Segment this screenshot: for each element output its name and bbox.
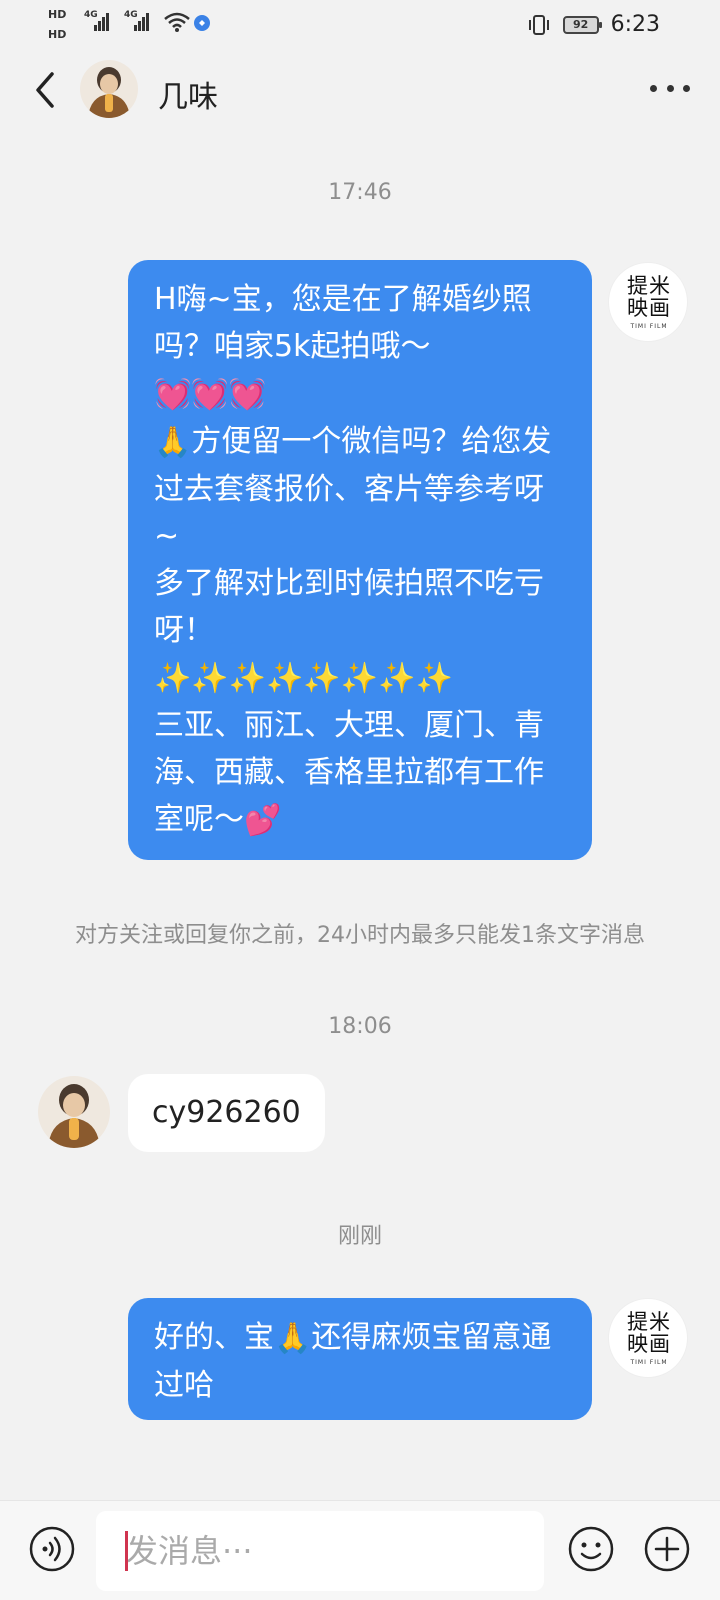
signal-icon-1 <box>94 12 110 44</box>
message-input-bar <box>0 1500 720 1600</box>
status-time: 6:23 <box>610 12 660 37</box>
incoming-message-bubble[interactable]: cy926260 <box>128 1074 325 1152</box>
timestamp: 刚刚 <box>337 1224 382 1249</box>
message-text: 方便留一个微信吗？给您发过去套餐报价、客片等参考呀~ <box>154 424 552 554</box>
logo-subtitle: TIMI FILM <box>630 1359 668 1366</box>
sparkles-emoji: ✨✨✨✨✨✨✨✨ <box>154 661 453 696</box>
logo-subtitle: TIMI FILM <box>630 323 668 330</box>
contact-name: 几味 <box>158 80 218 115</box>
logo-text-line2: 映画 <box>627 1332 671 1356</box>
voice-input-icon[interactable] <box>28 1525 76 1573</box>
timestamp: 17:46 <box>328 180 392 205</box>
text-cursor <box>125 1531 128 1571</box>
status-right: 92 6:23 <box>527 12 660 37</box>
app-notification-icon <box>194 15 210 31</box>
network-indicators: HD HD 4G 4G <box>48 8 238 44</box>
sender-logo-avatar[interactable]: 提米 映画 TIMI FILM <box>608 1298 688 1378</box>
outgoing-message-bubble[interactable]: H嗨~宝，您是在了解婚纱照吗？咱家5k起拍哦～ 💓💓💓 🙏方便留一个微信吗？给您… <box>128 260 592 860</box>
face-emoji: 🙏 <box>154 425 192 460</box>
message-text: H嗨~宝，您是在了解婚纱照吗？咱家5k起拍哦～ <box>154 282 532 364</box>
wifi-icon <box>164 12 190 32</box>
add-attachment-icon[interactable] <box>643 1525 691 1573</box>
face-emoji: 🙏 <box>274 1321 312 1356</box>
message-input[interactable] <box>96 1511 544 1591</box>
vibrate-icon <box>528 14 549 35</box>
logo-text-line1: 提米 <box>627 274 671 298</box>
logo-text-line2: 映画 <box>627 296 671 320</box>
signal-icon-2 <box>134 12 150 44</box>
contact-avatar[interactable] <box>38 1076 110 1148</box>
message-text: 多了解对比到时候拍照不吃亏呀！ <box>154 566 544 648</box>
hearts-emoji: 💓💓💓 <box>154 377 267 412</box>
love-emoji: 💕 <box>244 803 282 838</box>
contact-avatar[interactable] <box>80 60 138 118</box>
message-text: 三亚、丽江、大理、厦门、青海、西藏、香格里拉都有工作室呢～ <box>154 708 544 837</box>
timestamp: 18:06 <box>328 1014 392 1039</box>
hd-label-1: HD <box>48 8 67 21</box>
chat-header: 几味 <box>0 52 720 132</box>
outgoing-message-bubble[interactable]: 好的、宝🙏还得麻烦宝留意通过哈 <box>128 1298 592 1420</box>
logo-text-line1: 提米 <box>627 1310 671 1334</box>
status-bar: HD HD 4G 4G 92 6:23 <box>0 0 720 48</box>
system-notice: 对方关注或回复你之前，24小时内最多只能发1条文字消息 <box>75 923 645 948</box>
battery-indicator: 92 <box>562 15 602 34</box>
emoji-icon[interactable] <box>567 1525 615 1573</box>
message-text: 好的、宝 <box>154 1320 274 1355</box>
hd-label-2: HD <box>48 28 67 41</box>
more-options-icon[interactable] <box>650 82 690 94</box>
chat-screen: HD HD 4G 4G 92 6:23 几味 17:46 H嗨~宝，您是在了解婚… <box>0 0 720 1600</box>
sender-logo-avatar[interactable]: 提米 映画 TIMI FILM <box>608 262 688 342</box>
back-arrow-icon[interactable] <box>26 68 66 112</box>
